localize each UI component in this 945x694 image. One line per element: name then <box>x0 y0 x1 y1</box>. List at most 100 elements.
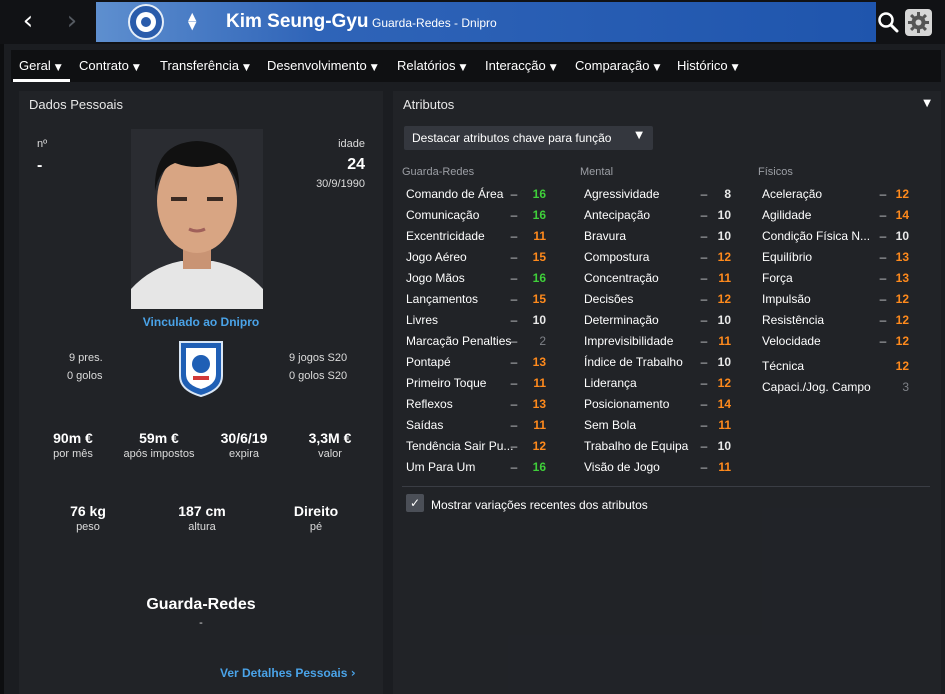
attribute-row[interactable]: Aceleração –12 <box>393 185 941 206</box>
attribute-name: Trabalho de Equipa <box>584 439 689 453</box>
wage-net-value: 59m € <box>139 430 179 446</box>
tab-desenvolvimento[interactable]: Desenvolvimento ▼ <box>267 58 378 73</box>
attribute-row[interactable]: Força –13 <box>393 269 941 290</box>
number-label: nº <box>37 138 48 150</box>
attributes-panel: Atributos ▼ Destacar atributos chave par… <box>393 91 941 694</box>
personal-details-link[interactable]: Ver Detalhes Pessoais › <box>220 666 356 680</box>
chevron-right-icon: › <box>350 666 356 680</box>
chevron-down-icon[interactable]: ▼ <box>923 98 931 109</box>
age-value: 24 <box>347 156 365 173</box>
attribute-change-indicator: – <box>700 397 708 411</box>
tab-comparacao[interactable]: Comparação ▼ <box>575 58 660 73</box>
settings-button[interactable] <box>905 9 932 36</box>
gear-icon <box>908 12 929 33</box>
attribute-value: 13 <box>895 250 909 264</box>
attribute-column-heading: Físicos <box>758 166 793 178</box>
attribute-value: 12 <box>895 187 909 201</box>
show-changes-label: Mostrar variações recentes dos atributos <box>431 498 648 512</box>
attribute-value: 12 <box>895 359 909 373</box>
attribute-name: Equilíbrio <box>762 250 813 264</box>
preferred-foot-label: pé <box>309 521 323 533</box>
attribute-change-indicator: – <box>879 313 887 327</box>
player-subtitle[interactable]: Guarda-Redes - Dnipro <box>372 16 497 30</box>
search-icon[interactable] <box>876 10 900 34</box>
tab-contrato[interactable]: Contrato ▼ <box>79 58 140 73</box>
panel-title-personal: Dados Pessoais <box>29 97 123 112</box>
tab-historico[interactable]: Histórico ▼ <box>677 58 739 73</box>
attribute-change-indicator: – <box>700 439 708 453</box>
attribute-row[interactable]: Técnica 12 <box>393 357 941 378</box>
attribute-change-indicator: – <box>879 250 887 264</box>
attribute-value: 14 <box>895 208 909 222</box>
attribute-value: 12 <box>895 292 909 306</box>
attribute-row[interactable]: Velocidade –12 <box>393 332 941 353</box>
attribute-row[interactable]: Impulsão –12 <box>393 290 941 311</box>
wage-net-label: após impostos <box>123 448 195 460</box>
attribute-change-indicator: – <box>879 229 887 243</box>
attribute-change-indicator: – <box>879 334 887 348</box>
tab-interaccao[interactable]: Interacção ▼ <box>485 58 557 73</box>
attribute-value: 13 <box>895 271 909 285</box>
attribute-name: Sem Bola <box>584 418 637 432</box>
attribute-row[interactable]: Capaci./Jog. Campo 3 <box>393 378 941 399</box>
attribute-name: Aceleração <box>762 187 823 201</box>
back-arrow-icon[interactable]: ‹ <box>14 8 42 36</box>
contract-expiry-value: 30/6/19 <box>220 430 268 446</box>
weight-label: peso <box>76 521 100 533</box>
highlight-role-dropdown[interactable]: Destacar atributos chave para função ▼ <box>404 126 653 150</box>
attribute-row[interactable]: Agilidade –14 <box>393 206 941 227</box>
birth-date: 30/9/1990 <box>316 178 365 190</box>
attribute-name: Técnica <box>762 359 805 373</box>
attribute-change-indicator: – <box>700 418 708 432</box>
attribute-row[interactable]: Trabalho de Equipa –10 <box>393 437 941 458</box>
international-goals: 0 golos <box>67 370 103 382</box>
market-value: 3,3M € <box>308 430 352 446</box>
attribute-value: 10 <box>717 439 731 453</box>
attribute-row[interactable]: Sem Bola –11 <box>393 416 941 437</box>
show-changes-checkbox[interactable]: ✓ <box>406 494 424 512</box>
attribute-change-indicator: – <box>879 187 887 201</box>
chevron-down-icon: ▼ <box>635 130 643 141</box>
player-position: Guarda-Redes <box>146 596 256 613</box>
player-photo <box>131 129 263 309</box>
attribute-name: Agilidade <box>762 208 812 222</box>
personal-details-panel: Dados Pessoais nº - idade 24 30/9/1990 V… <box>19 91 383 694</box>
attribute-row[interactable]: Condição Física N... –10 <box>393 227 941 248</box>
national-team-badge-icon[interactable] <box>176 336 226 398</box>
attribute-change-indicator: – <box>879 208 887 222</box>
attribute-change-indicator: – <box>879 271 887 285</box>
club-crest-icon[interactable] <box>128 4 164 40</box>
divider <box>402 486 930 487</box>
attribute-value: 11 <box>718 418 731 432</box>
attribute-column-heading: Guarda-Redes <box>402 166 475 178</box>
club-switch-icon[interactable]: ▲ ▼ <box>188 11 196 31</box>
tab-relatorios[interactable]: Relatórios ▼ <box>397 58 466 73</box>
contract-expiry-label: expira <box>229 448 259 460</box>
attribute-row[interactable]: Visão de Jogo –11 <box>393 458 941 479</box>
height-label: altura <box>188 521 216 533</box>
attribute-value: 12 <box>895 313 909 327</box>
tab-geral[interactable]: Geral ▼ <box>19 58 62 73</box>
position-sub: - <box>199 617 203 629</box>
attribute-name: Velocidade <box>762 334 821 348</box>
attribute-row[interactable]: Resistência –12 <box>393 311 941 332</box>
height-value: 187 cm <box>178 503 226 519</box>
active-tab-indicator <box>13 79 70 82</box>
attribute-name: Impulsão <box>762 292 811 306</box>
caps: 9 pres. <box>69 352 103 364</box>
attribute-value: 11 <box>718 460 731 474</box>
age-label: idade <box>338 138 365 150</box>
forward-arrow-icon[interactable]: › <box>58 8 86 36</box>
player-name: Kim Seung-Gyu <box>226 11 369 32</box>
number-value: - <box>37 157 43 174</box>
attribute-column-heading: Mental <box>580 166 614 178</box>
u20-caps: 9 jogos S20 <box>289 352 348 364</box>
attribute-value: 12 <box>895 334 909 348</box>
attribute-name: Força <box>762 271 793 285</box>
tab-bar: Geral ▼ Contrato ▼ Transferência ▼ Desenvol… <box>11 50 941 82</box>
wage-value: 90m € <box>53 430 93 446</box>
attribute-name: Condição Física N... <box>762 229 871 243</box>
attribute-row[interactable]: Equilíbrio –13 <box>393 248 941 269</box>
tab-transferencia[interactable]: Transferência ▼ <box>160 58 250 73</box>
linked-club-link[interactable]: Vinculado ao Dnipro <box>19 315 383 329</box>
